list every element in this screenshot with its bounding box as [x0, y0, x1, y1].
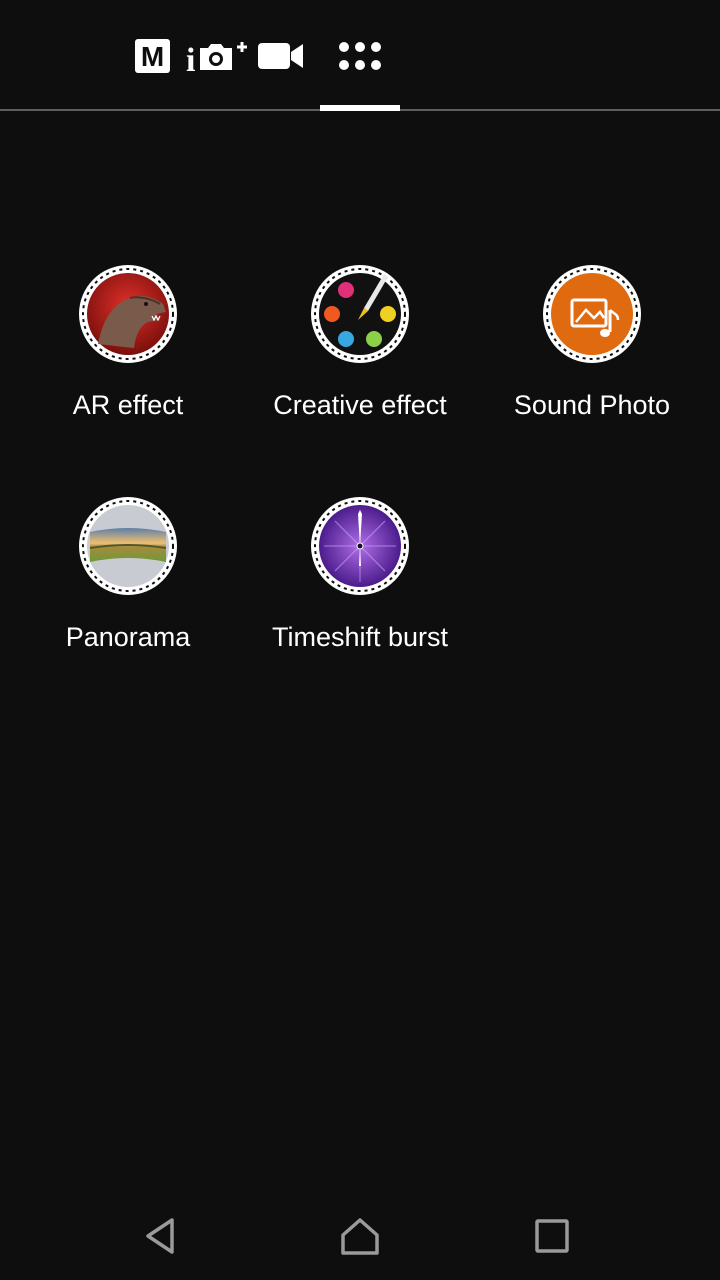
app-label-timeshift-burst: Timeshift burst	[271, 622, 449, 652]
superior-auto-mode-button[interactable]: i	[184, 36, 252, 76]
app-label-ar-effect: AR effect	[72, 390, 184, 420]
app-timeshift-burst[interactable]: Timeshift burst	[244, 496, 476, 696]
nav-back-button[interactable]	[130, 1210, 190, 1262]
timeshift-burst-icon	[311, 497, 409, 595]
video-mode-button[interactable]	[257, 36, 305, 76]
ar-effect-dinosaur-icon	[79, 265, 177, 363]
app-panorama[interactable]: Panorama	[12, 496, 244, 696]
panorama-icon	[79, 497, 177, 595]
superior-auto-icon: i	[186, 42, 247, 74]
camera-app-selector-screen: M i AR effect Creative effect Sound Phot…	[0, 0, 720, 1280]
home-icon	[341, 1218, 379, 1255]
selected-mode-indicator	[320, 105, 400, 111]
app-creative-effect[interactable]: Creative effect	[244, 264, 476, 464]
nav-home-button[interactable]	[330, 1210, 390, 1262]
app-label-panorama: Panorama	[65, 622, 191, 652]
nav-recents-button[interactable]	[522, 1210, 582, 1262]
back-triangle-icon	[146, 1218, 174, 1254]
apps-grid-icon	[339, 42, 381, 70]
app-label-creative-effect: Creative effect	[273, 390, 447, 420]
sound-photo-icon	[543, 265, 641, 363]
camera-mode-bar: M i	[0, 0, 720, 111]
manual-mode-button[interactable]: M	[134, 36, 171, 76]
video-camera-icon	[258, 43, 303, 69]
app-sound-photo[interactable]: Sound Photo	[476, 264, 708, 464]
camera-apps-mode-button[interactable]	[336, 36, 384, 76]
manual-mode-glyph: M	[141, 41, 164, 72]
recents-square-icon	[535, 1219, 569, 1253]
app-ar-effect[interactable]: AR effect	[12, 264, 244, 464]
app-label-sound-photo: Sound Photo	[513, 390, 671, 420]
superior-auto-glyph: i	[186, 42, 195, 74]
manual-mode-icon: M	[135, 39, 170, 73]
creative-effect-palette-icon	[311, 265, 409, 363]
